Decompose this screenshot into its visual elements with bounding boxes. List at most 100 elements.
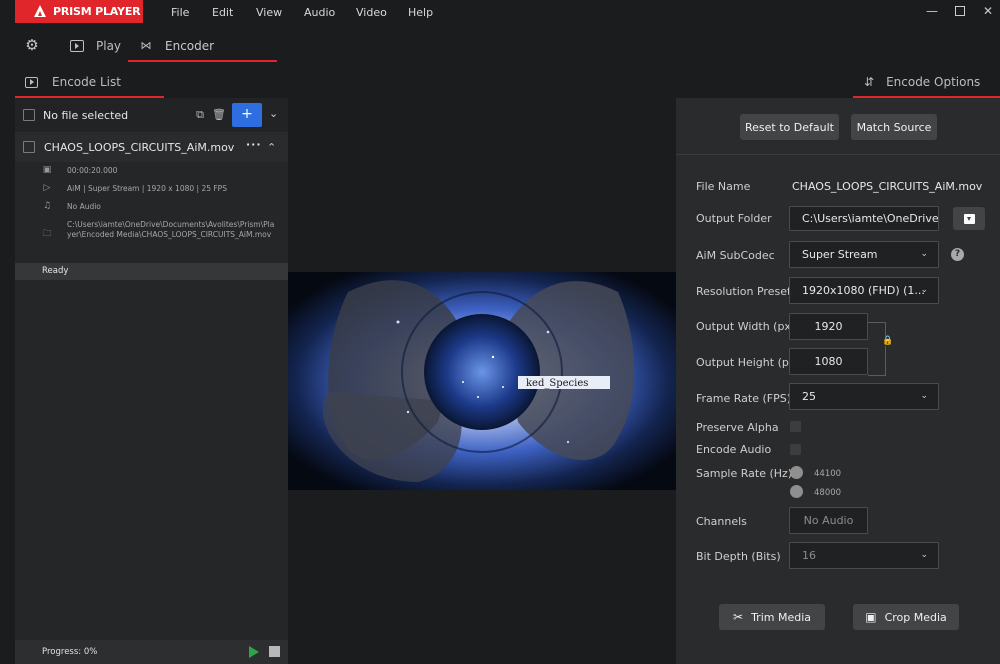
bit-depth-label: Bit Depth (Bits) bbox=[696, 550, 781, 563]
plus-icon: + bbox=[241, 106, 253, 122]
folder-icon: 🗀 bbox=[42, 229, 52, 239]
encode-audio-checkbox[interactable] bbox=[790, 444, 801, 455]
menu-video[interactable]: Video bbox=[356, 0, 387, 24]
app-logo: PRISM PLAYER bbox=[15, 0, 143, 23]
tab-encoder[interactable]: ⋈ Encoder bbox=[139, 37, 215, 55]
video-preview: ked_Species bbox=[288, 272, 676, 490]
chevron-down-icon: ⌄ bbox=[920, 549, 928, 560]
file-audio-info: No Audio bbox=[67, 202, 101, 211]
match-source-button[interactable]: Match Source bbox=[851, 114, 937, 140]
encoder-mode-icon: ⋈ bbox=[140, 39, 152, 52]
encode-audio-label: Encode Audio bbox=[696, 443, 772, 456]
channels-label: Channels bbox=[696, 515, 747, 528]
sample-rate-48000-radio[interactable] bbox=[790, 485, 803, 498]
output-height-label: Output Height (px) bbox=[696, 356, 800, 369]
maximize-icon[interactable] bbox=[953, 4, 967, 18]
help-question-icon[interactable]: ? bbox=[951, 248, 964, 261]
resolution-label: Resolution Preset bbox=[696, 285, 792, 298]
aspect-lock-icon[interactable]: 🔒 bbox=[882, 336, 893, 346]
settings-gear-icon[interactable]: ⚙ bbox=[25, 38, 39, 53]
app-logo-text: PRISM PLAYER bbox=[53, 5, 141, 18]
frame-rate-label: Frame Rate (FPS) bbox=[696, 392, 792, 405]
more-options-icon[interactable]: ··· bbox=[246, 138, 262, 151]
chevron-down-icon: ⌄ bbox=[920, 390, 928, 401]
file-name-label: File Name bbox=[696, 180, 751, 193]
file-output-path: C:\Users\iamte\OneDrive\Documents\Avolit… bbox=[67, 220, 275, 239]
output-width-field[interactable]: 1920 bbox=[789, 313, 868, 340]
crop-media-button[interactable]: ▣ Crop Media bbox=[853, 604, 959, 630]
select-all-checkbox[interactable] bbox=[23, 109, 35, 121]
file-name-value: CHAOS_LOOPS_CIRCUITS_AiM.mov bbox=[792, 180, 983, 193]
tab-encode-options[interactable]: ⇵ Encode Options bbox=[864, 75, 980, 89]
progress-label: Progress: 0% bbox=[42, 647, 98, 657]
minimize-icon[interactable]: — bbox=[925, 4, 939, 18]
chevron-down-icon: ⌄ bbox=[920, 248, 928, 259]
sample-rate-44100-label: 44100 bbox=[814, 469, 842, 479]
tab-encode-options-label: Encode Options bbox=[886, 75, 981, 89]
tab-play-label: Play bbox=[96, 39, 122, 53]
menu-edit[interactable]: Edit bbox=[212, 0, 233, 24]
progress-bar: Progress: 0% bbox=[15, 640, 288, 664]
menu-audio[interactable]: Audio bbox=[304, 0, 335, 24]
subcodec-label: AiM SubCodec bbox=[696, 249, 775, 262]
add-file-button[interactable]: + bbox=[232, 103, 262, 127]
subcodec-select[interactable]: Super Stream ⌄ bbox=[789, 241, 939, 268]
bit-depth-select[interactable]: 16 ⌄ bbox=[789, 542, 939, 569]
delete-icon[interactable]: 🗑 bbox=[212, 108, 226, 122]
trim-media-label: Trim Media bbox=[751, 610, 811, 624]
start-encode-play-icon[interactable] bbox=[249, 646, 259, 658]
file-video-info: AiM | Super Stream | 1920 x 1080 | 25 FP… bbox=[67, 184, 227, 193]
status-row: Ready bbox=[15, 263, 288, 280]
channels-field[interactable]: No Audio bbox=[789, 507, 868, 534]
duplicate-icon[interactable]: ⧉ bbox=[193, 108, 207, 122]
tab-encode-list[interactable]: Encode List bbox=[25, 75, 121, 89]
output-folder-label: Output Folder bbox=[696, 212, 772, 225]
resolution-select[interactable]: 1920x1080 (FHD) (1... ⌄ bbox=[789, 277, 939, 304]
chevron-down-icon: ⌄ bbox=[920, 284, 928, 295]
video-camera-icon: ▷ bbox=[43, 183, 51, 193]
prism-logo-icon bbox=[34, 5, 46, 17]
subcodec-value: Super Stream bbox=[802, 248, 878, 261]
file-name: CHAOS_LOOPS_CIRCUITS_AiM.mov bbox=[44, 141, 235, 154]
crop-icon: ▣ bbox=[865, 610, 877, 624]
crop-media-label: Crop Media bbox=[884, 610, 947, 624]
preview-artwork: ked_Species bbox=[288, 272, 676, 490]
file-duration: 00:00:20.000 bbox=[67, 166, 118, 175]
close-icon[interactable]: ✕ bbox=[981, 4, 995, 18]
output-height-field[interactable]: 1080 bbox=[789, 348, 868, 375]
selection-status: No file selected bbox=[43, 109, 129, 122]
menu-help[interactable]: Help bbox=[408, 0, 433, 24]
preserve-alpha-label: Preserve Alpha bbox=[696, 421, 779, 434]
sample-rate-label: Sample Rate (Hz) bbox=[696, 467, 793, 480]
tab-encode-list-label: Encode List bbox=[52, 75, 121, 89]
sub-tab-bar bbox=[0, 64, 1000, 98]
sample-rate-48000-label: 48000 bbox=[814, 488, 842, 498]
menu-file[interactable]: File bbox=[171, 0, 189, 24]
title-bar bbox=[0, 0, 1000, 24]
preview-overlay-text: ked_Species bbox=[526, 378, 588, 389]
trim-media-button[interactable]: ✂ Trim Media bbox=[719, 604, 825, 630]
output-width-label: Output Width (px) bbox=[696, 320, 796, 333]
reset-to-default-button[interactable]: Reset to Default bbox=[740, 114, 839, 140]
scissors-icon: ✂ bbox=[733, 610, 744, 624]
menu-view[interactable]: View bbox=[256, 0, 282, 24]
bit-depth-value: 16 bbox=[802, 549, 816, 562]
frame-rate-select[interactable]: 25 ⌄ bbox=[789, 383, 939, 410]
encoder-tab-indicator bbox=[128, 60, 277, 62]
collapse-file-icon[interactable]: ⌃ bbox=[267, 141, 276, 154]
encode-list-panel bbox=[15, 98, 288, 664]
browse-folder-button[interactable] bbox=[953, 207, 985, 230]
duration-icon: ▣ bbox=[42, 165, 52, 175]
resolution-value: 1920x1080 (FHD) (1... bbox=[802, 284, 925, 297]
output-folder-field[interactable]: C:\Users\iamte\OneDrive\D bbox=[789, 206, 939, 231]
collapse-chevron-icon[interactable]: ⌄ bbox=[269, 107, 278, 120]
encode-list-icon bbox=[25, 76, 38, 88]
sample-rate-44100-radio[interactable] bbox=[790, 466, 803, 479]
preserve-alpha-checkbox[interactable] bbox=[790, 421, 801, 432]
stop-encode-icon[interactable] bbox=[269, 646, 280, 657]
play-mode-icon bbox=[70, 40, 84, 52]
file-checkbox[interactable] bbox=[23, 141, 35, 153]
status-text: Ready bbox=[42, 266, 69, 276]
folder-browse-icon bbox=[963, 213, 975, 224]
tab-play[interactable]: Play bbox=[70, 37, 121, 55]
